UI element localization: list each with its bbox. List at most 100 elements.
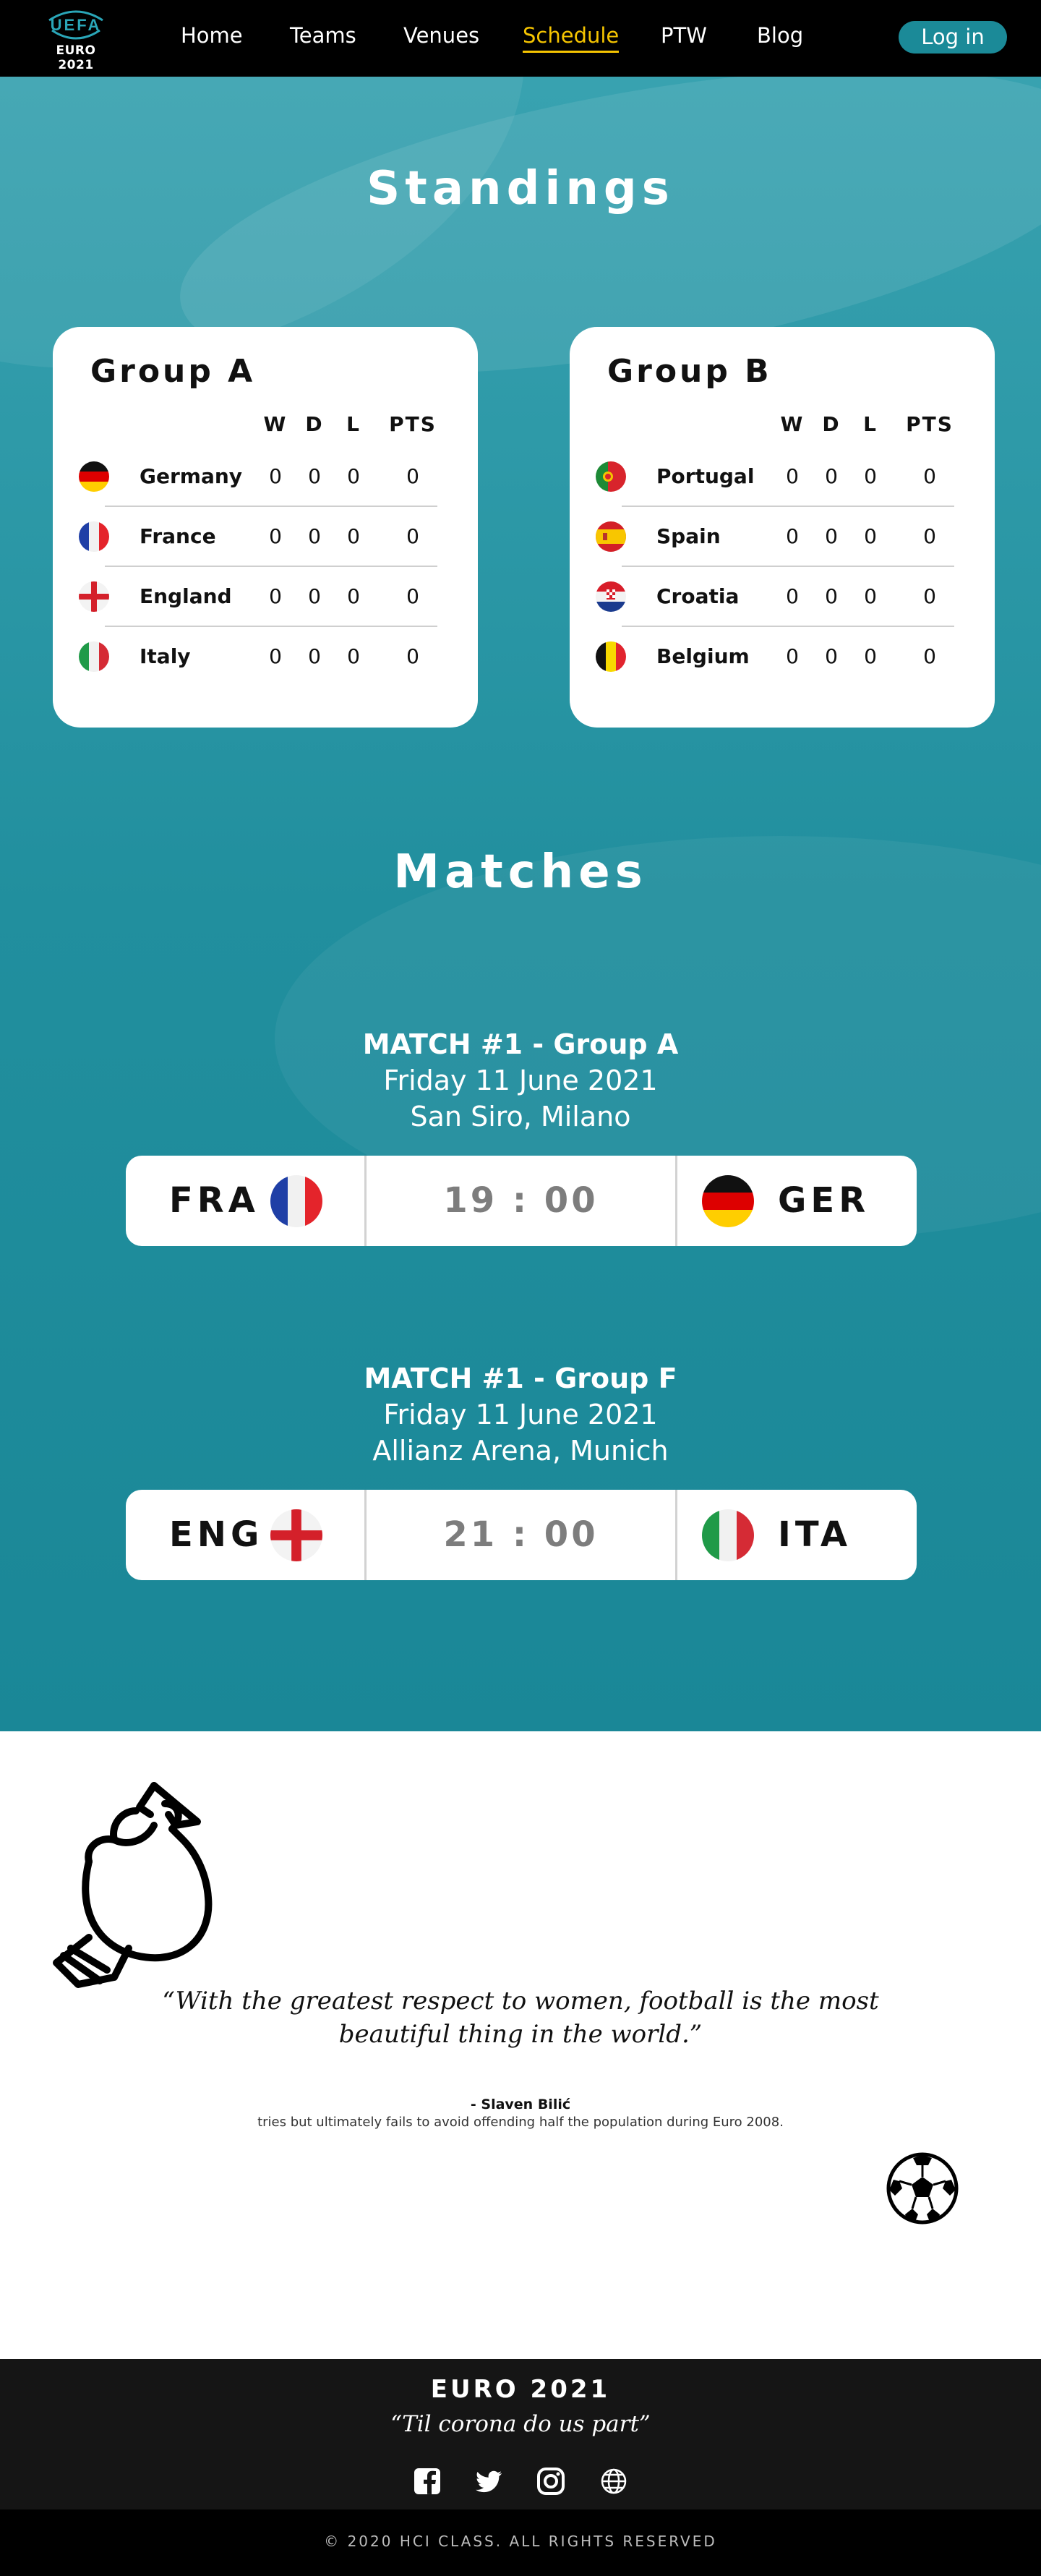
losses-value: 0 — [864, 464, 877, 488]
standings-row[interactable]: Italy 0 0 0 0 — [79, 627, 437, 687]
match-card[interactable]: ENG 21 : 00 ITA — [126, 1490, 917, 1580]
standings-title: Standings — [367, 162, 674, 216]
nav-schedule-link[interactable]: Schedule — [523, 23, 620, 53]
draws-value: 0 — [308, 524, 321, 548]
standings-row[interactable]: Spain 0 0 0 0 — [596, 507, 954, 567]
croatia-flag-icon — [596, 581, 626, 612]
points-value: 0 — [406, 464, 419, 488]
nav-ptw-link[interactable]: PTW — [661, 23, 707, 48]
footer-title: EURO 2021 — [430, 2375, 611, 2404]
wins-value: 0 — [786, 524, 799, 548]
standings-row[interactable]: France 0 0 0 0 — [79, 507, 437, 567]
points-value: 0 — [406, 584, 419, 608]
standings-row[interactable]: Croatia 0 0 0 0 — [596, 567, 954, 627]
wins-value: 0 — [786, 584, 799, 608]
instagram-icon[interactable] — [536, 2466, 566, 2496]
globe-icon[interactable] — [599, 2466, 629, 2496]
quote-author: - Slaven Bilić — [470, 2097, 571, 2112]
england-flag-icon — [79, 581, 109, 612]
nav-home-link[interactable]: Home — [181, 23, 243, 48]
losses-value: 0 — [864, 644, 877, 668]
losses-value: 0 — [864, 584, 877, 608]
portugal-flag-icon — [596, 461, 626, 492]
trophy-icon — [53, 1782, 213, 1988]
group-title: Group B — [607, 353, 772, 390]
quote-note: tries but ultimately fails to avoid offe… — [257, 2115, 784, 2130]
wins-value: 0 — [269, 524, 282, 548]
match-card[interactable]: FRA 19 : 00 GER — [126, 1156, 917, 1246]
points-value: 0 — [406, 644, 419, 668]
column-pts-header: PTS — [389, 412, 437, 436]
away-team-code: ITA — [778, 1514, 852, 1555]
losses-value: 0 — [347, 584, 360, 608]
draws-value: 0 — [308, 584, 321, 608]
points-value: 0 — [923, 524, 936, 548]
match-divider — [675, 1490, 677, 1580]
standings-row[interactable]: Portugal 0 0 0 0 — [596, 447, 954, 507]
france-flag-icon — [79, 521, 109, 552]
losses-value: 0 — [347, 464, 360, 488]
away-team-code: GER — [778, 1180, 870, 1221]
team-name: Belgium — [656, 644, 750, 668]
home-team-code: ENG — [169, 1514, 264, 1555]
soccer-ball-icon — [886, 2152, 959, 2225]
group-title: Group A — [90, 353, 256, 390]
points-value: 0 — [923, 464, 936, 488]
wins-value: 0 — [269, 464, 282, 488]
group-b-card: Group B W D L PTS Portugal 0 0 0 0 Spain… — [570, 327, 995, 728]
logo-euro-text: EURO 2021 — [56, 43, 96, 72]
group-a-card: Group A W D L PTS Germany 0 0 0 0 France… — [53, 327, 478, 728]
match-date: Friday 11 June 2021 — [383, 1065, 658, 1096]
draws-value: 0 — [825, 644, 838, 668]
england-flag-icon — [270, 1509, 322, 1561]
standings-matches-section: Standings Group A W D L PTS Germany 0 0 … — [0, 77, 1041, 1731]
match-heading: MATCH #1 - Group A — [362, 1028, 679, 1060]
twitter-icon[interactable] — [474, 2466, 504, 2496]
quote-text: “With the greatest respect to women, foo… — [162, 1987, 879, 2049]
match-venue: San Siro, Milano — [410, 1101, 631, 1133]
home-team-code: FRA — [169, 1180, 260, 1221]
copyright-bar: © 2020 HCI CLASS. ALL RIGHTS RESERVED — [0, 2509, 1041, 2576]
spain-flag-icon — [596, 521, 626, 552]
germany-flag-icon — [79, 461, 109, 492]
standings-row[interactable]: England 0 0 0 0 — [79, 567, 437, 627]
nav-blog-link[interactable]: Blog — [757, 23, 803, 48]
facebook-icon[interactable] — [412, 2466, 442, 2496]
match-venue: Allianz Arena, Munich — [372, 1435, 669, 1467]
wins-value: 0 — [786, 644, 799, 668]
standings-row[interactable]: Belgium 0 0 0 0 — [596, 627, 954, 687]
column-pts-header: PTS — [906, 412, 954, 436]
nav-teams-link[interactable]: Teams — [290, 23, 356, 48]
draws-value: 0 — [825, 464, 838, 488]
nav-venues-link[interactable]: Venues — [403, 23, 479, 48]
losses-value: 0 — [347, 644, 360, 668]
uefa-logo-icon: UEFA — [48, 10, 103, 40]
italy-flag-icon — [79, 641, 109, 672]
standings-row[interactable]: Germany 0 0 0 0 — [79, 447, 437, 507]
match-heading: MATCH #1 - Group F — [364, 1362, 677, 1394]
team-name: Italy — [140, 644, 191, 668]
draws-value: 0 — [308, 464, 321, 488]
match-divider — [675, 1156, 677, 1246]
draws-value: 0 — [308, 644, 321, 668]
quote-section: “With the greatest respect to women, foo… — [0, 1731, 1041, 2359]
wins-value: 0 — [786, 464, 799, 488]
column-w-header: W — [263, 412, 288, 436]
copyright-text: © 2020 HCI CLASS. ALL RIGHTS RESERVED — [324, 2533, 717, 2550]
logo-uefa-text: UEFA — [51, 16, 102, 34]
uefa-euro-logo[interactable]: UEFA EURO 2021 — [36, 9, 116, 72]
italy-flag-icon — [702, 1509, 754, 1561]
losses-value: 0 — [347, 524, 360, 548]
column-l-header: L — [346, 412, 361, 436]
footer-tagline: “Til corona do us part” — [390, 2411, 651, 2437]
login-button[interactable]: Log in — [899, 21, 1007, 54]
column-l-header: L — [863, 412, 878, 436]
kickoff-time: 21 : 00 — [443, 1514, 599, 1555]
points-value: 0 — [923, 644, 936, 668]
team-name: Croatia — [656, 584, 740, 608]
site-footer: EURO 2021 “Til corona do us part” © 2020… — [0, 2359, 1041, 2576]
team-name: Spain — [656, 524, 721, 548]
france-flag-icon — [270, 1175, 322, 1227]
top-navbar: UEFA EURO 2021 Home Teams Venues Schedul… — [0, 0, 1041, 77]
wins-value: 0 — [269, 584, 282, 608]
